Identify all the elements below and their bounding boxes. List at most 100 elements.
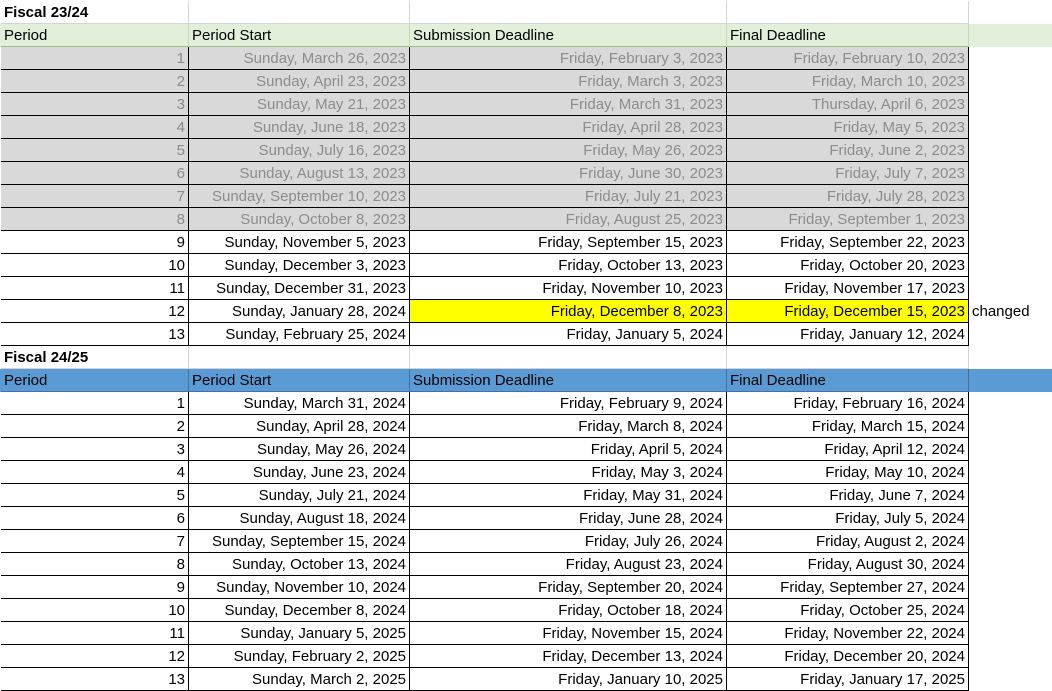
period-start-cell[interactable]: Sunday, March 31, 2024: [189, 392, 410, 415]
final-deadline-cell[interactable]: Friday, October 20, 2023: [727, 254, 969, 277]
final-deadline-cell[interactable]: Friday, September 27, 2024: [727, 576, 969, 599]
submission-deadline-cell[interactable]: Friday, October 13, 2023: [410, 254, 727, 277]
submission-deadline-cell[interactable]: Friday, December 8, 2023: [410, 300, 727, 323]
submission-deadline-cell[interactable]: Friday, April 5, 2024: [410, 438, 727, 461]
submission-deadline-cell[interactable]: Friday, April 28, 2023: [410, 116, 727, 139]
change-note[interactable]: changed: [969, 300, 1052, 323]
final-deadline-cell[interactable]: Friday, March 10, 2023: [727, 70, 969, 93]
period-start-cell[interactable]: Sunday, November 10, 2024: [189, 576, 410, 599]
submission-deadline-cell[interactable]: Friday, March 3, 2023: [410, 70, 727, 93]
final-deadline-cell[interactable]: Friday, July 5, 2024: [727, 507, 969, 530]
final-deadline-cell[interactable]: Friday, April 12, 2024: [727, 438, 969, 461]
final-deadline-cell[interactable]: Friday, January 17, 2025: [727, 668, 969, 691]
final-deadline-cell[interactable]: Friday, September 1, 2023: [727, 208, 969, 231]
period-cell[interactable]: 9: [1, 576, 189, 599]
period-start-cell[interactable]: Sunday, June 23, 2024: [189, 461, 410, 484]
submission-deadline-cell[interactable]: Friday, October 18, 2024: [410, 599, 727, 622]
period-cell[interactable]: 13: [1, 323, 189, 346]
submission-deadline-cell[interactable]: Friday, May 31, 2024: [410, 484, 727, 507]
header-final-deadline[interactable]: Final Deadline: [727, 24, 969, 47]
period-start-cell[interactable]: Sunday, October 13, 2024: [189, 553, 410, 576]
final-deadline-cell[interactable]: Friday, May 10, 2024: [727, 461, 969, 484]
header-period-start[interactable]: Period Start: [189, 369, 410, 392]
period-start-cell[interactable]: Sunday, August 13, 2023: [189, 162, 410, 185]
submission-deadline-cell[interactable]: Friday, January 5, 2024: [410, 323, 727, 346]
header-period-start[interactable]: Period Start: [189, 24, 410, 47]
final-deadline-cell[interactable]: Friday, November 17, 2023: [727, 277, 969, 300]
period-start-cell[interactable]: Sunday, December 3, 2023: [189, 254, 410, 277]
submission-deadline-cell[interactable]: Friday, March 31, 2023: [410, 93, 727, 116]
period-cell[interactable]: 8: [1, 208, 189, 231]
empty-cell[interactable]: [189, 346, 410, 369]
submission-deadline-cell[interactable]: Friday, September 15, 2023: [410, 231, 727, 254]
header-final-deadline[interactable]: Final Deadline: [727, 369, 969, 392]
header-period[interactable]: Period: [1, 24, 189, 47]
period-start-cell[interactable]: Sunday, January 28, 2024: [189, 300, 410, 323]
period-cell[interactable]: 11: [1, 622, 189, 645]
header-period[interactable]: Period: [1, 369, 189, 392]
period-cell[interactable]: 12: [1, 300, 189, 323]
period-cell[interactable]: 6: [1, 507, 189, 530]
period-cell[interactable]: 2: [1, 415, 189, 438]
period-start-cell[interactable]: Sunday, July 16, 2023: [189, 139, 410, 162]
final-deadline-cell[interactable]: Friday, August 30, 2024: [727, 553, 969, 576]
empty-cell[interactable]: [727, 346, 969, 369]
period-start-cell[interactable]: Sunday, February 25, 2024: [189, 323, 410, 346]
submission-deadline-cell[interactable]: Friday, June 30, 2023: [410, 162, 727, 185]
submission-deadline-cell[interactable]: Friday, November 15, 2024: [410, 622, 727, 645]
period-cell[interactable]: 3: [1, 93, 189, 116]
empty-cell[interactable]: [727, 1, 969, 24]
submission-deadline-cell[interactable]: Friday, May 3, 2024: [410, 461, 727, 484]
submission-deadline-cell[interactable]: Friday, March 8, 2024: [410, 415, 727, 438]
period-cell[interactable]: 4: [1, 116, 189, 139]
period-start-cell[interactable]: Sunday, July 21, 2024: [189, 484, 410, 507]
final-deadline-cell[interactable]: Friday, December 15, 2023: [727, 300, 969, 323]
period-start-cell[interactable]: Sunday, May 21, 2023: [189, 93, 410, 116]
period-cell[interactable]: 12: [1, 645, 189, 668]
section-title[interactable]: Fiscal 24/25: [1, 346, 189, 369]
final-deadline-cell[interactable]: Friday, July 7, 2023: [727, 162, 969, 185]
period-start-cell[interactable]: Sunday, June 18, 2023: [189, 116, 410, 139]
period-cell[interactable]: 4: [1, 461, 189, 484]
empty-cell[interactable]: [410, 1, 727, 24]
submission-deadline-cell[interactable]: Friday, February 9, 2024: [410, 392, 727, 415]
period-start-cell[interactable]: Sunday, December 31, 2023: [189, 277, 410, 300]
submission-deadline-cell[interactable]: Friday, January 10, 2025: [410, 668, 727, 691]
final-deadline-cell[interactable]: Friday, July 28, 2023: [727, 185, 969, 208]
period-start-cell[interactable]: Sunday, September 10, 2023: [189, 185, 410, 208]
submission-deadline-cell[interactable]: Friday, December 13, 2024: [410, 645, 727, 668]
submission-deadline-cell[interactable]: Friday, August 23, 2024: [410, 553, 727, 576]
submission-deadline-cell[interactable]: Friday, August 25, 2023: [410, 208, 727, 231]
period-cell[interactable]: 5: [1, 484, 189, 507]
final-deadline-cell[interactable]: Friday, August 2, 2024: [727, 530, 969, 553]
period-start-cell[interactable]: Sunday, November 5, 2023: [189, 231, 410, 254]
final-deadline-cell[interactable]: Friday, June 2, 2023: [727, 139, 969, 162]
period-cell[interactable]: 7: [1, 530, 189, 553]
period-start-cell[interactable]: Sunday, April 23, 2023: [189, 70, 410, 93]
final-deadline-cell[interactable]: Friday, October 25, 2024: [727, 599, 969, 622]
submission-deadline-cell[interactable]: Friday, June 28, 2024: [410, 507, 727, 530]
empty-cell[interactable]: [189, 1, 410, 24]
period-start-cell[interactable]: Sunday, September 15, 2024: [189, 530, 410, 553]
final-deadline-cell[interactable]: Thursday, April 6, 2023: [727, 93, 969, 116]
header-submission-deadline[interactable]: Submission Deadline: [410, 369, 727, 392]
section-title[interactable]: Fiscal 23/24: [1, 1, 189, 24]
final-deadline-cell[interactable]: Friday, November 22, 2024: [727, 622, 969, 645]
period-start-cell[interactable]: Sunday, August 18, 2024: [189, 507, 410, 530]
period-cell[interactable]: 6: [1, 162, 189, 185]
final-deadline-cell[interactable]: Friday, February 16, 2024: [727, 392, 969, 415]
empty-cell[interactable]: [410, 346, 727, 369]
final-deadline-cell[interactable]: Friday, September 22, 2023: [727, 231, 969, 254]
period-start-cell[interactable]: Sunday, December 8, 2024: [189, 599, 410, 622]
final-deadline-cell[interactable]: Friday, January 12, 2024: [727, 323, 969, 346]
period-cell[interactable]: 9: [1, 231, 189, 254]
submission-deadline-cell[interactable]: Friday, September 20, 2024: [410, 576, 727, 599]
final-deadline-cell[interactable]: Friday, May 5, 2023: [727, 116, 969, 139]
period-cell[interactable]: 1: [1, 392, 189, 415]
period-start-cell[interactable]: Sunday, February 2, 2025: [189, 645, 410, 668]
header-submission-deadline[interactable]: Submission Deadline: [410, 24, 727, 47]
submission-deadline-cell[interactable]: Friday, May 26, 2023: [410, 139, 727, 162]
final-deadline-cell[interactable]: Friday, June 7, 2024: [727, 484, 969, 507]
final-deadline-cell[interactable]: Friday, February 10, 2023: [727, 47, 969, 70]
period-cell[interactable]: 2: [1, 70, 189, 93]
